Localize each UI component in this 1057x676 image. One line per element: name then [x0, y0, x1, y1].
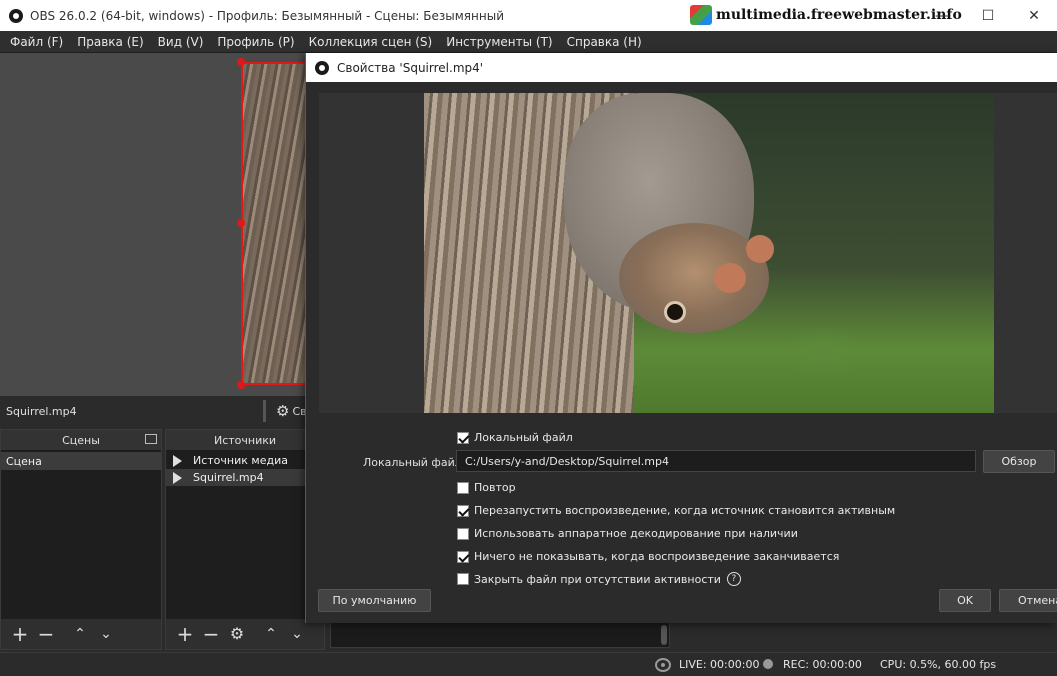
loop-checkbox-row[interactable]: Повтор: [457, 481, 516, 494]
window-titlebar: OBS 26.0.2 (64-bit, windows) - Профиль: …: [0, 0, 1057, 31]
scenes-header: Сцены: [1, 430, 161, 451]
source-toolbar: Squirrel.mp4 ⚙ Св: [0, 396, 307, 426]
live-broadcast-icon: [655, 658, 671, 672]
play-icon: [173, 454, 182, 467]
video-squirrel-ear: [714, 263, 746, 293]
defaults-button[interactable]: По умолчанию: [318, 589, 431, 612]
cancel-button[interactable]: Отмена: [999, 589, 1057, 612]
obs-logo-icon: [9, 8, 23, 23]
live-timer: LIVE: 00:00:00: [679, 658, 760, 671]
local-file-path-input[interactable]: C:/Users/y-and/Desktop/Squirrel.mp4: [456, 450, 976, 472]
window-controls: — ☐ ✕: [919, 0, 1057, 31]
source-item-label: Squirrel.mp4: [193, 471, 264, 484]
menu-view[interactable]: Вид (V): [151, 35, 211, 49]
loop-checkbox[interactable]: [457, 481, 469, 494]
sources-toolbar: + − ⚙ ⌃ ⌄: [166, 619, 324, 649]
video-squirrel-eye: [664, 301, 686, 323]
dialog-titlebar: Свойства 'Squirrel.mp4': [306, 53, 1057, 82]
scene-item[interactable]: Сцена: [1, 452, 161, 470]
move-up-icon[interactable]: ⌃: [67, 621, 93, 647]
close-inactive-checkbox-label: Закрыть файл при отсутствии активности: [474, 572, 721, 586]
resize-handle-left[interactable]: [237, 219, 245, 227]
cpu-fps-readout: CPU: 0.5%, 60.00 fps: [880, 658, 997, 671]
help-question-icon[interactable]: ?: [726, 572, 741, 586]
source-item-label: Источник медиа: [193, 454, 288, 467]
dialog-title: Свойства 'Squirrel.mp4': [337, 60, 484, 75]
restart-checkbox[interactable]: [457, 504, 469, 517]
resize-handle-top-left[interactable]: [237, 58, 245, 66]
loop-checkbox-label: Повтор: [474, 481, 516, 494]
move-up-icon[interactable]: ⌃: [258, 621, 284, 647]
watermark-logo-icon: [690, 5, 712, 25]
hw-decode-checkbox-row[interactable]: Использовать аппаратное декодирование пр…: [457, 527, 798, 540]
scenes-title: Сцены: [62, 433, 100, 447]
menu-file[interactable]: Файл (F): [3, 35, 70, 49]
add-source-button[interactable]: +: [172, 621, 198, 647]
browse-button[interactable]: Обзор: [983, 450, 1055, 473]
sources-title: Источники: [213, 433, 277, 447]
close-inactive-checkbox-row[interactable]: Закрыть файл при отсутствии активности ?: [457, 572, 741, 586]
hide-on-end-checkbox-label: Ничего не показывать, когда воспроизведе…: [474, 550, 840, 563]
menu-edit[interactable]: Правка (E): [70, 35, 150, 49]
video-squirrel-head: [619, 223, 769, 333]
menu-tools[interactable]: Инструменты (T): [439, 35, 559, 49]
hide-on-end-checkbox-row[interactable]: Ничего не показывать, когда воспроизведе…: [457, 550, 839, 563]
resize-handle-bottom-left[interactable]: [237, 381, 245, 389]
source-properties-button[interactable]: ⚙ Св: [263, 400, 307, 422]
menu-bar: Файл (F) Правка (E) Вид (V) Профиль (P) …: [0, 31, 1057, 53]
menu-profile[interactable]: Профиль (P): [210, 35, 301, 49]
hw-decode-checkbox-label: Использовать аппаратное декодирование пр…: [474, 527, 798, 540]
restart-checkbox-label: Перезапустить воспроизведение, когда ист…: [474, 504, 896, 517]
local-file-checkbox[interactable]: [457, 431, 469, 444]
local-file-checkbox-label: Локальный файл: [474, 431, 573, 444]
restart-checkbox-row[interactable]: Перезапустить воспроизведение, когда ист…: [457, 504, 895, 517]
window-title: OBS 26.0.2 (64-bit, windows) - Профиль: …: [30, 8, 504, 23]
local-file-checkbox-row[interactable]: Локальный файл: [457, 431, 573, 444]
rec-timer: REC: 00:00:00: [783, 658, 862, 671]
sources-dock: Источники Источник медиа Squirrel.mp4 + …: [165, 429, 325, 650]
ok-button[interactable]: OK: [939, 589, 991, 612]
move-down-icon[interactable]: ⌄: [284, 621, 310, 647]
scenes-dock: Сцены Сцена + − ⌃ ⌄: [0, 429, 162, 650]
menu-scene-collection[interactable]: Коллекция сцен (S): [302, 35, 440, 49]
record-dot-icon: [763, 659, 773, 669]
selected-source-name: Squirrel.mp4: [6, 404, 77, 418]
maximize-icon[interactable]: ☐: [965, 0, 1011, 31]
undock-icon[interactable]: [145, 434, 157, 444]
close-inactive-checkbox[interactable]: [457, 573, 469, 585]
minimize-icon[interactable]: —: [919, 0, 965, 31]
scenes-list: Сцена: [1, 452, 161, 619]
play-icon: [173, 471, 182, 484]
source-item[interactable]: Squirrel.mp4: [166, 469, 324, 486]
dialog-preview-area: [319, 93, 1057, 413]
remove-scene-button[interactable]: −: [33, 621, 59, 647]
hide-on-end-checkbox[interactable]: [457, 550, 469, 563]
video-squirrel-ear: [746, 235, 774, 263]
add-scene-button[interactable]: +: [7, 621, 33, 647]
hw-decode-checkbox[interactable]: [457, 527, 469, 540]
close-icon[interactable]: ✕: [1011, 0, 1057, 31]
properties-dialog: Свойства 'Squirrel.mp4' Локальный файл Л…: [305, 53, 1057, 623]
status-bar: LIVE: 00:00:00 REC: 00:00:00 CPU: 0.5%, …: [0, 652, 1057, 676]
audio-mixer-strip: [330, 622, 670, 648]
gear-icon: ⚙: [276, 402, 290, 420]
source-item[interactable]: Источник медиа: [166, 452, 324, 469]
scene-item-label: Сцена: [6, 454, 42, 468]
move-down-icon[interactable]: ⌄: [93, 621, 119, 647]
preview-source-frame[interactable]: [241, 62, 305, 385]
remove-source-button[interactable]: −: [198, 621, 224, 647]
video-preview: [424, 93, 994, 413]
mixer-scrollbar[interactable]: [661, 625, 667, 645]
local-file-field-label: Локальный файл: [363, 456, 462, 469]
menu-help[interactable]: Справка (H): [560, 35, 649, 49]
source-settings-gear-icon[interactable]: ⚙: [224, 621, 250, 647]
obs-logo-icon: [315, 60, 329, 75]
scenes-toolbar: + − ⌃ ⌄: [1, 619, 161, 649]
sources-list: Источник медиа Squirrel.mp4: [166, 452, 324, 619]
sources-header: Источники: [166, 430, 324, 451]
